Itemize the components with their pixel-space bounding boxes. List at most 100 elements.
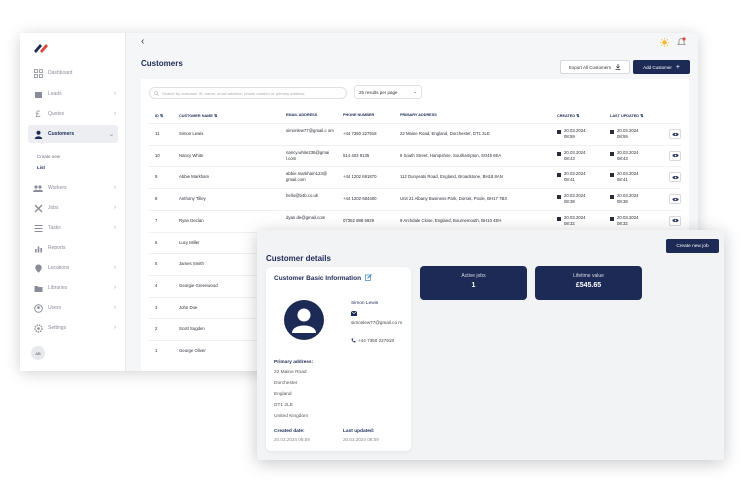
address-label: Primary address: (274, 360, 314, 365)
customer-name: Simon Lewis (351, 301, 379, 306)
sidebar-item-reports[interactable]: Reports (20, 239, 126, 257)
sidebar-item-label: Dashboard (48, 70, 73, 76)
cell-id: 9 (155, 174, 158, 180)
sidebar-item-libraries[interactable]: Libraries › (20, 279, 126, 297)
avatar (284, 300, 324, 340)
cell-name: Lucy Miller (179, 239, 200, 245)
chevron-right-icon: › (114, 265, 116, 271)
sidebar-item-tasks[interactable]: Tasks › (20, 219, 126, 237)
export-customers-button[interactable]: Export All Customers (560, 60, 630, 74)
cell-id: 4 (155, 282, 158, 288)
avatar[interactable]: AB (31, 346, 45, 360)
cell-name: Ryan Declan (179, 217, 204, 223)
sidebar-item-workers[interactable]: Workers › (20, 179, 126, 197)
sidebar-sub-list[interactable]: List (37, 165, 45, 170)
cell-name: Abbie Markham (179, 174, 210, 180)
view-eye-icon[interactable] (669, 129, 681, 139)
view-eye-icon[interactable] (669, 215, 681, 226)
sidebar-sub-create-new[interactable]: Create new (37, 154, 60, 159)
cell-phone: +44 1202 684400 (343, 196, 377, 202)
chevron-right-icon: › (114, 305, 116, 311)
cell-id: 6 (155, 239, 158, 245)
sidebar-item-dashboard[interactable]: Dashboard (20, 64, 126, 82)
lifetime-value-label: Lifetime value (573, 273, 604, 279)
create-new-job-button[interactable]: Create new job (666, 239, 719, 253)
sidebar-item-customers[interactable]: Customers ⌄ (28, 125, 118, 143)
sidebar-item-label: Reports (48, 245, 66, 251)
sun-icon[interactable] (660, 37, 669, 47)
calendar-icon (610, 151, 614, 156)
search-input[interactable]: Search by customer ID, name, email addre… (149, 87, 347, 99)
cell-email: simonlew77@gmail.c om (286, 128, 334, 133)
created-time: 08:38 (564, 199, 575, 205)
back-arrow-icon[interactable]: ‹ (141, 36, 144, 47)
cell-address: 112 Dunyeats Road, England, Broadstone, … (400, 174, 503, 180)
updated-date: 20.03.2024 (617, 128, 639, 133)
col-id[interactable]: ID ⇅ (155, 113, 163, 118)
address-line: 22 Maine Road (274, 370, 307, 375)
download-icon (615, 64, 621, 70)
results-per-page-select[interactable]: 25 results per page ⌄ (354, 85, 422, 99)
col-created[interactable]: CREATED ⇅ (557, 113, 579, 118)
edit-icon[interactable] (364, 274, 372, 281)
updated-date: 20.03.2024 (617, 171, 639, 177)
cell-id: 7 (155, 217, 158, 223)
calendar-icon (557, 173, 561, 178)
chevron-down-icon: ⌄ (413, 89, 417, 94)
col-customer-name[interactable]: CUSTOMER NAME ⇅ (179, 113, 217, 118)
col-address: PRIMARY ADDRESS (400, 113, 437, 117)
created-date: 20.03.2024 (564, 171, 586, 177)
cell-name: James Smith (179, 261, 204, 267)
cell-name: Simon Lewis (179, 131, 204, 136)
phone-icon (351, 338, 356, 343)
customer-email[interactable]: simonlew77@gmail.co m (351, 319, 409, 326)
details-title: Customer details (266, 254, 331, 263)
table-row[interactable]: 8 Anthony Tilley hello@b4b.co.uk +44 1202 6… (149, 188, 681, 210)
cell-phone: +44 7350 227918 (343, 131, 377, 136)
cell-phone: 07352 888 5929 (343, 217, 375, 223)
created-date: 20.03.2024 (564, 149, 586, 155)
updated-date: 20.03.2024 (617, 193, 639, 199)
sidebar-item-locations[interactable]: Locations › (20, 259, 126, 277)
cell-name: Georgie Greenwood (179, 282, 218, 288)
sidebar-item-settings[interactable]: Settings › (20, 319, 126, 337)
view-eye-icon[interactable] (669, 150, 681, 161)
pound-icon: £ (35, 109, 41, 119)
user-silhouette-icon (292, 308, 316, 333)
view-eye-icon[interactable] (669, 194, 681, 205)
user-icon (33, 129, 43, 139)
cell-created-date: 20.03.2024 08:38 (564, 193, 600, 205)
updated-time: 08:59 (617, 134, 628, 139)
cell-email: dyan.de@gmail.com (286, 214, 326, 220)
last-updated-value: 20.03.2024 08:59 (343, 437, 379, 442)
sidebar-item-label: Settings (48, 325, 67, 331)
sidebar-item-label: Jobs (48, 205, 59, 211)
sidebar-item-quotes[interactable]: £ Quotes › (20, 105, 126, 123)
table-row[interactable]: 11 Simon Lewis simonlew77@gmail.c om +44 73… (149, 123, 681, 145)
last-updated-label: Last updated: (343, 429, 375, 434)
add-customer-button[interactable]: Add Customer + (633, 60, 690, 74)
col-phone: PHONE NUMBER (343, 113, 375, 117)
sidebar-item-users[interactable]: Users › (20, 299, 126, 317)
view-eye-icon[interactable] (669, 172, 681, 183)
created-time: 08:43 (564, 155, 575, 161)
sidebar-item-jobs[interactable]: Jobs › (20, 199, 126, 217)
col-email: EMAIL ADDRESS (286, 113, 318, 117)
calendar-icon (610, 173, 614, 178)
cell-id: 5 (155, 261, 158, 267)
customer-phone[interactable]: +44 7350 227918 (351, 338, 394, 343)
sidebar-item-label: Libraries (48, 285, 68, 291)
table-row[interactable]: 7 Ryan Declan dyan.de@gmail.com 07352 888 5… (149, 209, 681, 232)
sidebar-item-label: Customers (48, 131, 75, 137)
sidebar-item-label: Users (48, 305, 62, 311)
created-time: 08:32 (564, 220, 575, 226)
cell-id: 2 (155, 326, 158, 332)
updated-time: 08:41 (617, 177, 628, 183)
cell-name: Scott Sugden (179, 326, 205, 332)
table-row[interactable]: 9 Abbie Markham abbie.markham123@ gmail.co… (149, 166, 681, 188)
col-last-updated[interactable]: LAST UPDATED ⇅ (610, 113, 643, 118)
bell-icon[interactable] (677, 37, 686, 47)
cell-email: abbie.markham123@ gmail.com (286, 171, 328, 183)
table-row[interactable]: 10 Nancy White nancy.white236@gmai l.com 51… (149, 144, 681, 167)
sidebar-item-leads[interactable]: Leads › (20, 85, 126, 103)
